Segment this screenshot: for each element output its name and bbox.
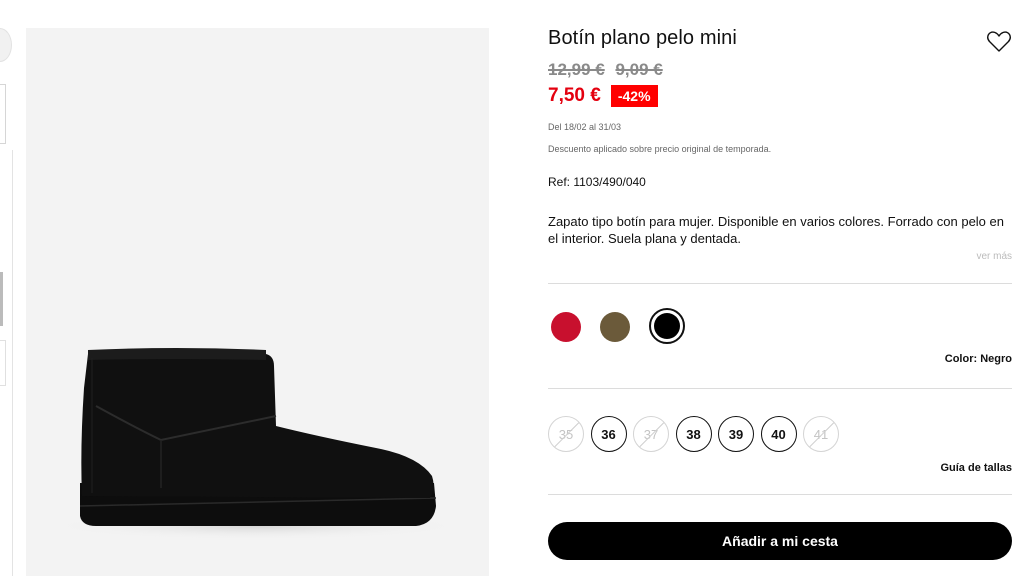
product-description: Zapato tipo botín para mujer. Disponible… (548, 214, 1004, 246)
product-image[interactable] (26, 28, 489, 576)
color-selector (551, 308, 704, 344)
product-reference: Ref: 1103/490/040 (548, 175, 646, 189)
size-selector: 35 36 37 38 39 40 41 (548, 416, 846, 452)
size-option[interactable]: 38 (675, 416, 712, 452)
old-price-original: 12,99 € (548, 60, 605, 79)
product-title: Botín plano pelo mini (548, 27, 737, 49)
size-option[interactable]: 37 (633, 416, 669, 452)
size-option[interactable]: 41 (803, 416, 839, 452)
discount-badge: -42% (610, 85, 658, 107)
thumbnail-item[interactable] (0, 340, 6, 386)
thumbnail-item[interactable] (0, 84, 6, 144)
price-row: 7,50 € -42% (548, 85, 658, 107)
see-more-link[interactable]: ver más (976, 251, 1012, 262)
thumbnail-strip (0, 0, 14, 576)
old-prices: 12,99 € 9,09 € (548, 60, 669, 80)
color-swatch-red[interactable] (551, 311, 581, 342)
thumbnail-active-indicator[interactable] (0, 272, 3, 326)
divider (548, 283, 1012, 284)
heart-icon[interactable] (986, 30, 1012, 54)
promo-period: Del 18/02 al 31/03 (548, 122, 622, 132)
size-option[interactable]: 40 (760, 416, 797, 452)
selected-color-label: Color: Negro (944, 353, 1012, 365)
divider (548, 388, 1012, 389)
add-to-cart-button[interactable]: Añadir a mi cesta (548, 522, 1012, 560)
boot-illustration (46, 348, 466, 540)
divider (548, 494, 1012, 495)
size-option[interactable]: 39 (718, 416, 754, 452)
thumbnail-divider (12, 150, 13, 576)
size-option[interactable]: 35 (548, 416, 584, 452)
current-price: 7,50 € (548, 85, 601, 106)
scroll-up-button[interactable] (0, 28, 12, 62)
color-swatch-brown[interactable] (600, 311, 630, 342)
old-price-previous: 9,09 € (615, 60, 663, 79)
discount-note: Descuento aplicado sobre precio original… (548, 144, 772, 154)
size-guide-link[interactable]: Guía de tallas (940, 462, 1012, 474)
color-swatch-black[interactable] (649, 308, 685, 344)
size-option[interactable]: 36 (590, 416, 627, 452)
product-info-panel: Botín plano pelo mini 12,99 € 9,09 € 7,5… (548, 0, 1012, 576)
